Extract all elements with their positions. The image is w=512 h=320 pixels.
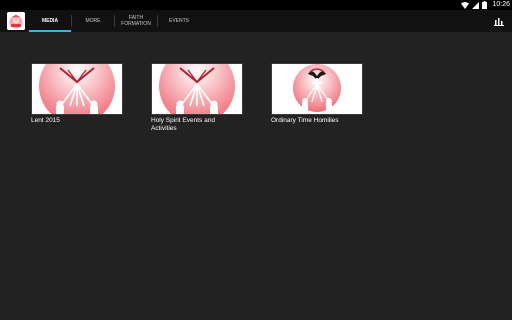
status-icons: 10:26	[461, 0, 510, 10]
tab-more[interactable]: MORE	[72, 10, 114, 32]
tab-more-label: MORE	[85, 18, 101, 24]
stats-icon[interactable]	[494, 15, 504, 27]
tab-media-label: MEDIA	[41, 18, 59, 24]
media-card-title: Ordinary Time Homilies	[271, 117, 339, 124]
status-time: 10:26	[492, 1, 510, 8]
tab-media[interactable]: MEDIA	[29, 10, 71, 32]
media-card-title: Lent 2015	[31, 117, 60, 124]
tab-faith-formation[interactable]: FAITH FORMATION	[115, 10, 157, 32]
tab-faith-formation-label: FAITH FORMATION	[121, 15, 151, 27]
thumbnail-dove-emblem	[151, 63, 243, 115]
media-card[interactable]: Holy Spirit Events and Activities	[151, 63, 243, 132]
thumbnail-dove-emblem	[31, 63, 123, 115]
app-bar: MEDIA MORE FAITH FORMATION EVENTS	[0, 10, 512, 32]
tab-events[interactable]: EVENTS	[158, 10, 200, 32]
tab-events-label: EVENTS	[168, 18, 189, 24]
battery-icon	[482, 1, 488, 9]
media-card[interactable]: Ordinary Time Homilies	[271, 63, 363, 125]
media-card[interactable]: Lent 2015	[31, 63, 123, 125]
wifi-icon	[461, 1, 470, 9]
status-bar: 10:26	[0, 0, 512, 10]
app-logo[interactable]	[7, 12, 25, 30]
tab-bar: MEDIA MORE FAITH FORMATION EVENTS	[29, 10, 200, 32]
signal-icon	[472, 1, 480, 9]
media-card-title: Holy Spirit Events and Activities	[151, 117, 215, 132]
thumbnail-dove-emblem-with-cross	[271, 63, 363, 115]
